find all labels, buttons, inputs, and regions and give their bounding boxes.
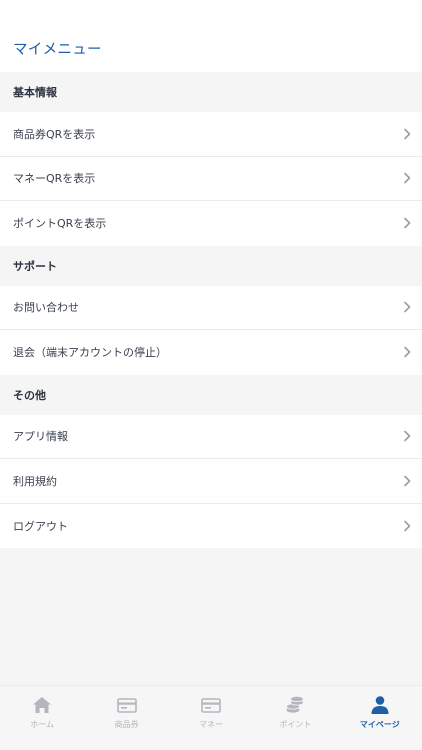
menu-item-point-qr[interactable]: ポイントQRを表示 [0,201,422,246]
menu-item-app-info[interactable]: アプリ情報 [0,414,422,459]
tab-label: ポイント [279,720,312,729]
menu-item-label: ログアウト [13,519,68,533]
page-title: マイメニュー [13,42,102,58]
chevron-right-icon [404,475,411,487]
menu-item-label: 商品券QRを表示 [13,127,96,141]
menu-item-label: 退会（端末アカウントの停止） [13,346,167,360]
menu-item-label: 利用規約 [13,474,57,488]
section-header-other: その他 [0,374,422,415]
tab-label: マネー [199,720,224,729]
tab-money[interactable]: マネー [169,686,253,750]
menu-item-money-qr[interactable]: マネーQRを表示 [0,156,422,201]
tab-mypage[interactable]: マイページ [338,686,422,750]
section-header-basic-info: 基本情報 [0,72,422,112]
coins-icon [286,696,305,713]
chevron-right-icon [404,217,411,229]
user-icon [371,696,389,714]
menu-content: 基本情報 商品券QRを表示 マネーQRを表示 ポイントQRを表示 サポート お問… [0,72,422,548]
menu-item-voucher-qr[interactable]: 商品券QRを表示 [0,112,422,157]
section-support: お問い合わせ 退会（端末アカウントの停止） [0,285,422,375]
tab-label: マイページ [359,720,400,729]
chevron-right-icon [404,346,411,358]
menu-item-label: お問い合わせ [13,301,79,315]
menu-item-withdraw[interactable]: 退会（端末アカウントの停止） [0,330,422,375]
tab-label: 商品券 [114,720,139,729]
tab-voucher[interactable]: 商品券 [84,686,168,750]
chevron-right-icon [404,301,411,313]
chevron-right-icon [404,172,411,184]
chevron-right-icon [404,520,411,532]
voucher-card-icon [116,698,137,713]
bottom-tab-bar: ホーム 商品券 マネー ポイント マイページ [0,685,422,750]
section-header-support: サポート [0,245,422,286]
money-card-icon [201,698,221,713]
section-other: アプリ情報 利用規約 ログアウト [0,414,422,548]
menu-item-terms[interactable]: 利用規約 [0,459,422,504]
header: マイメニュー [0,0,422,72]
chevron-right-icon [404,430,411,442]
chevron-right-icon [404,128,411,140]
menu-item-label: ポイントQRを表示 [13,217,107,231]
tab-point[interactable]: ポイント [253,686,337,750]
menu-item-contact[interactable]: お問い合わせ [0,285,422,330]
menu-item-label: マネーQRを表示 [13,172,96,186]
home-icon [33,697,52,713]
tab-home[interactable]: ホーム [0,686,84,750]
section-basic-info: 商品券QRを表示 マネーQRを表示 ポイントQRを表示 [0,112,422,246]
menu-item-label: アプリ情報 [13,430,68,444]
tab-label: ホーム [30,720,55,729]
menu-item-logout[interactable]: ログアウト [0,503,422,548]
